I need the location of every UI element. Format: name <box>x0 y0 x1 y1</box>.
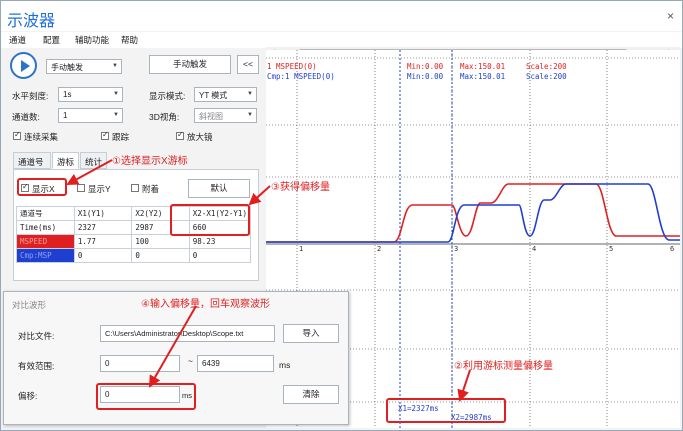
annotation-arrows <box>66 159 471 402</box>
